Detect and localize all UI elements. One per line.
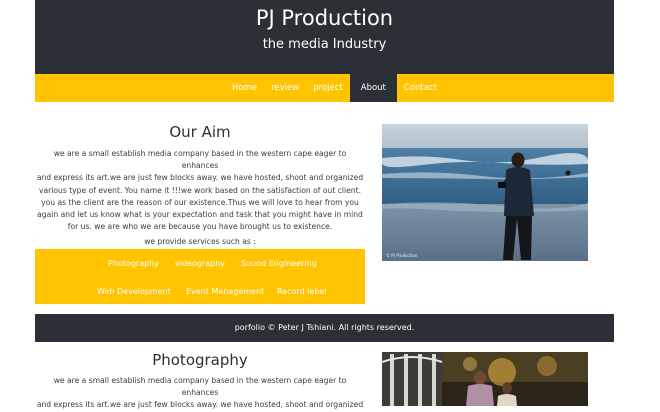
nav-contact[interactable]: Contact [397,74,444,102]
service-web-development[interactable]: Web Development [97,287,171,296]
service-sound-engineering[interactable]: Sound Engineering [241,259,317,268]
service-event-management[interactable]: Event Management [186,287,264,296]
photography-text-line: we are a small establish media company b… [53,376,347,398]
nav-project[interactable]: project [306,74,350,102]
event-photo-image [382,352,588,406]
about-text-line: and express its art.we are just few bloc… [36,173,364,183]
services-box: Photography videography Sound Engineerin… [35,249,365,304]
about-text-line: various type of event. You name it !!!we… [39,185,361,195]
about-heading: Our Aim [169,123,231,141]
beach-photo: © PJ Production [382,124,588,261]
site-header: PJ Production the media Industry [35,0,614,74]
service-photography[interactable]: Photography [108,259,159,268]
service-videography[interactable]: videography [175,259,225,268]
beach-photo-image: © PJ Production [382,124,588,261]
nav-review[interactable]: review [264,74,306,102]
site-title: PJ Production [255,6,394,30]
nav-list: Home review project About Contact [225,74,444,102]
photography-heading: Photography [152,351,248,369]
nav-home[interactable]: Home [225,74,264,102]
about-text-line: again and let us know what is your expec… [37,210,363,220]
photography-text: we are a small establish media company b… [35,375,365,412]
about-text: we are a small establish media company b… [35,148,365,233]
about-text-line: for us. we are who we are because you ha… [67,222,333,232]
about-text-line: you as the client are the reason of our … [41,197,359,207]
main-navbar: Home review project About Contact [35,74,614,102]
site-footer: porfolio © Peter J Tshiani. All rights r… [35,314,614,342]
site-subtitle: the media Industry [262,37,387,52]
service-record-label[interactable]: Record lebel [277,287,327,296]
footer-text: porfolio © Peter J Tshiani. All rights r… [234,323,415,332]
about-text-line: we are a small establish media company b… [53,149,347,171]
services-label: we provide services such as : [144,237,256,246]
photo-caption: © PJ Production [386,253,418,258]
nav-about[interactable]: About [349,74,397,102]
event-photo [382,352,588,406]
